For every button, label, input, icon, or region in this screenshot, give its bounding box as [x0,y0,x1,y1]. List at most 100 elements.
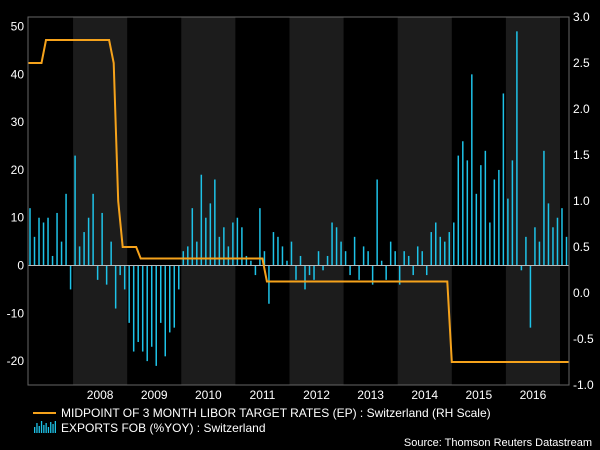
bar-2012-06 [313,265,315,280]
bar-2007-09 [56,212,58,266]
x-tick-label: 2016 [520,388,547,402]
bar-2012-01 [290,241,293,266]
bar-2008-12 [123,265,126,290]
x-tick-label: 2009 [141,388,168,402]
bar-2016-10 [547,203,550,266]
bar-2011-03 [245,255,248,266]
left-tick-label: 50 [11,20,25,34]
bar-2013-06 [367,251,369,266]
bar-2013-03 [353,236,356,266]
bar-2007-05 [38,217,40,266]
x-tick-label: 2012 [303,388,330,402]
left-tick-label: -20 [7,354,25,368]
x-axis-ticks: 2008 2009 2010 2011 2012 2013 2014 2015 2016 [87,388,547,402]
bar-2013-12 [394,251,396,266]
bar-2011-06 [259,208,261,266]
bar-2010-11 [227,246,230,266]
bar-2015-04 [466,160,469,266]
x-tick-label: 2013 [357,388,384,402]
bar-2014-08 [430,232,432,266]
bar-2016-07 [534,227,536,266]
legend-mini-bar [38,426,40,433]
bar-2012-12 [340,241,342,266]
x-tick-label: 2010 [195,388,222,402]
bar-2007-03 [29,208,31,266]
bar-2015-08 [484,150,487,266]
left-tick-label: 40 [11,67,25,81]
bar-2010-04 [196,241,198,266]
bar-2012-02 [295,265,297,280]
bar-2008-11 [119,265,121,276]
bar-2010-08 [214,179,216,266]
bar-2009-02 [132,265,135,352]
right-tick-label: 2.5 [573,56,590,70]
bar-2016-12 [556,217,559,266]
bar-2013-04 [358,265,360,280]
right-tick-label: -0.5 [573,332,594,346]
year-band-2016 [505,17,560,385]
bar-2010-05 [200,174,203,266]
bar-2007-04 [33,236,36,266]
bar-2008-05 [92,193,94,266]
right-tick-label: 0.0 [573,286,590,300]
bar-2008-02 [78,246,81,266]
bar-2008-03 [83,232,85,266]
bar-2011-02 [241,227,243,266]
bar-2017-01 [561,208,563,266]
bar-2009-05 [146,265,148,362]
bar-2010-10 [223,227,225,266]
bar-2009-10 [169,265,171,333]
bar-2011-12 [286,260,288,266]
bar-2015-03 [462,141,464,266]
x-tick-label: 2008 [87,388,114,402]
bar-2014-12 [448,232,451,266]
legend-mini-bar [50,422,52,433]
year-band-2012 [289,17,344,385]
bar-2015-09 [489,222,491,266]
bar-2015-05 [471,74,473,266]
bar-2015-02 [457,155,460,266]
bar-2015-06 [475,193,478,266]
bar-2013-05 [362,246,365,266]
bar-2016-02 [511,160,514,266]
bar-2009-01 [128,265,130,323]
right-tick-label: 3.0 [573,10,590,24]
bar-2014-11 [444,241,446,266]
bar-2016-05 [525,236,527,266]
legend-label-libor: MIDPOINT OF 3 MONTH LIBOR TARGET RATES (… [61,406,491,420]
bar-2014-09 [435,222,437,266]
bar-2016-08 [538,241,541,266]
bar-2015-12 [502,93,505,266]
bar-2012-10 [331,222,333,266]
legend-mini-bar [52,424,54,433]
bar-2008-08 [105,265,108,285]
bar-2008-01 [74,155,76,266]
source-note: Source: Thomson Reuters Datastream [404,437,592,449]
legend-mini-bar [45,423,47,433]
bar-2007-11 [65,193,67,266]
bar-2016-04 [520,265,523,271]
left-tick-label: 10 [11,211,25,225]
bar-2009-08 [159,265,162,323]
bar-2011-08 [268,265,270,304]
bar-2011-05 [254,265,257,276]
bar-2013-11 [389,241,392,266]
bar-2008-06 [96,265,99,280]
bar-2017-02 [565,236,568,266]
bar-2009-03 [137,265,139,342]
bar-2011-04 [250,260,252,266]
bar-2016-03 [516,31,518,266]
legend-mini-bar [47,427,50,433]
bar-2014-04 [412,265,414,276]
legend-mini-bar [34,427,36,433]
bar-2016-09 [543,150,545,266]
bar-2007-08 [51,255,54,266]
bar-2009-04 [141,265,144,352]
bar-2014-03 [407,255,410,266]
bar-2013-10 [385,265,387,280]
bar-2009-06 [150,265,153,347]
left-tick-label: -10 [7,306,25,320]
year-band-2010 [181,17,236,385]
legend-mini-bar [40,421,43,433]
bar-2015-11 [498,169,500,266]
